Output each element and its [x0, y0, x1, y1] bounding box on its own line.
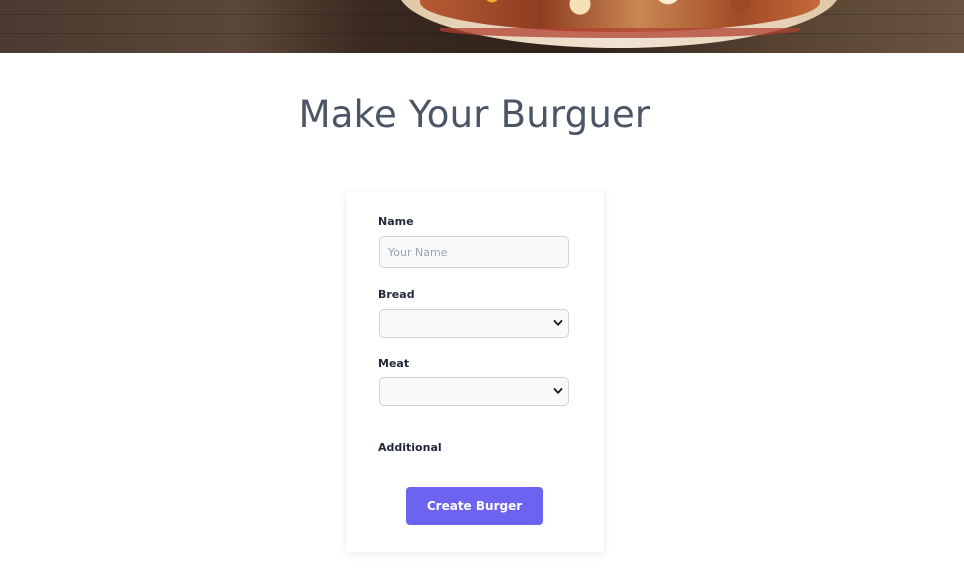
burger-form: Name Bread Meat Additional Create Burger [346, 192, 604, 552]
hero-burger-image [0, 0, 964, 53]
create-burger-button[interactable]: Create Burger [406, 487, 543, 525]
name-label: Name [378, 215, 414, 228]
additional-label: Additional [378, 441, 442, 454]
chevron-down-icon [553, 388, 563, 394]
meat-select[interactable] [379, 377, 569, 406]
bread-label: Bread [378, 288, 415, 301]
bread-select[interactable] [379, 309, 569, 338]
page-title: Make Your Burguer [298, 93, 651, 136]
chevron-down-icon [553, 320, 563, 326]
name-input[interactable] [379, 236, 569, 268]
meat-label: Meat [378, 357, 410, 370]
